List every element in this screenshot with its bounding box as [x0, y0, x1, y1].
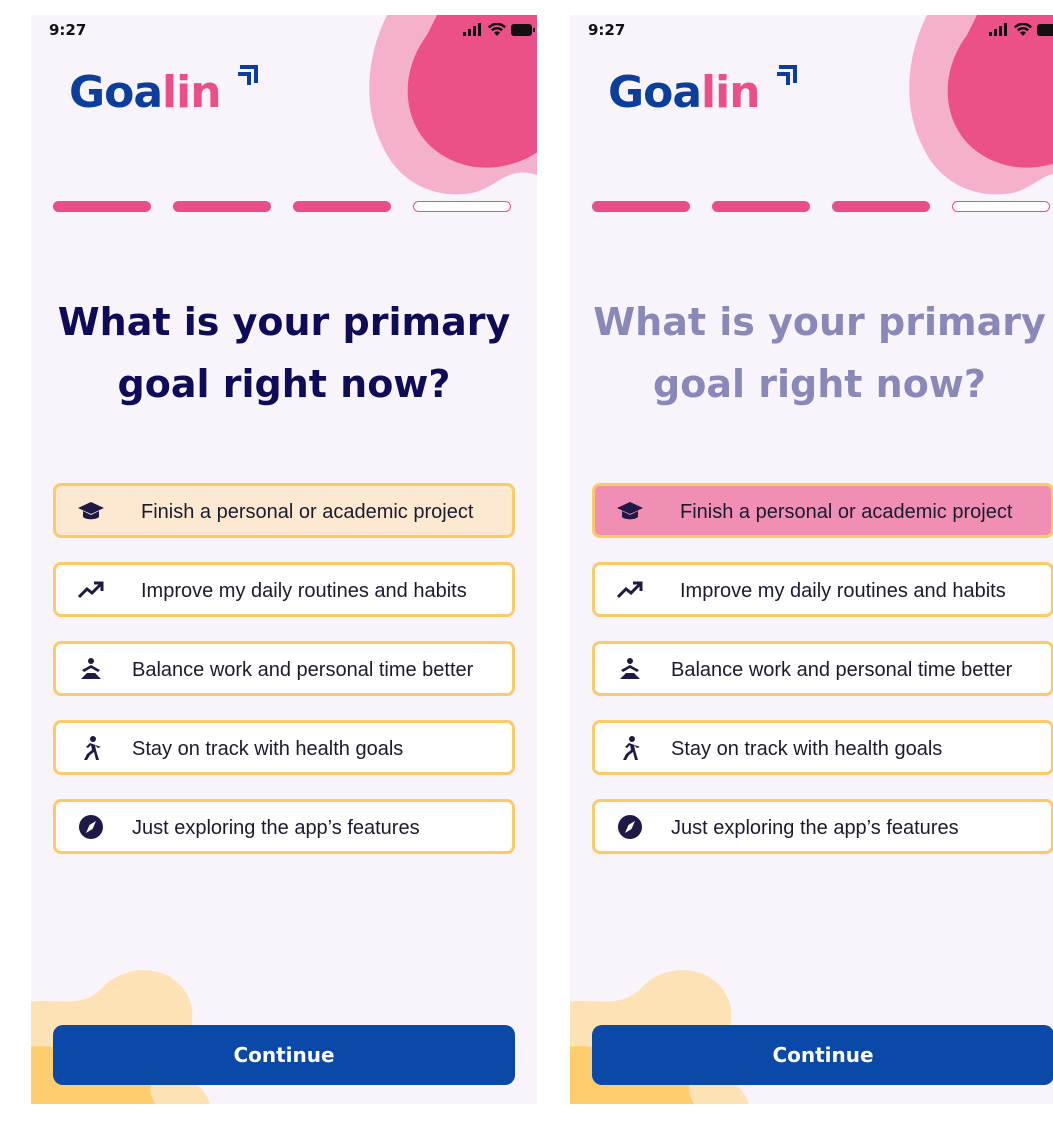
option-routines[interactable]: Improve my daily routines and habits [592, 562, 1053, 617]
compass-icon [79, 815, 103, 839]
option-exploring[interactable]: Just exploring the app’s features [53, 799, 515, 854]
option-label: Stay on track with health goals [671, 738, 943, 760]
option-routines[interactable]: Improve my daily routines and habits [53, 562, 515, 617]
progress-step-4 [952, 201, 1050, 212]
progress-indicator [592, 201, 1050, 212]
logo-text-primary: Goa [69, 67, 163, 118]
status-time: 9:27 [588, 21, 626, 39]
battery-icon [511, 23, 535, 36]
trending-up-icon [617, 581, 643, 599]
question-heading: What is your primary goal right now? [57, 300, 511, 406]
progress-step-1 [592, 201, 690, 212]
logo-text-accent: lin [701, 67, 760, 118]
wifi-icon [488, 23, 506, 36]
logo-arrow-icon [238, 65, 258, 85]
progress-step-2 [712, 201, 810, 212]
logo-text-accent: lin [162, 67, 221, 118]
screens-comparison: 9:27 Goalin What is your primary goal ri… [0, 0, 1053, 1131]
option-label: Balance work and personal time better [132, 659, 474, 681]
app-logo: Goalin [608, 67, 761, 118]
goal-options: Finish a personal or academic project Im… [592, 483, 1053, 878]
option-project[interactable]: Finish a personal or academic project [592, 483, 1053, 538]
status-time: 9:27 [49, 21, 87, 39]
option-balance[interactable]: Balance work and personal time better [592, 641, 1053, 696]
graduation-cap-icon [78, 502, 104, 520]
question-heading: What is your primary goal right now? [593, 300, 1046, 406]
battery-icon [1037, 23, 1053, 36]
phone-screen-default: 9:27 Goalin What is your primary goal ri… [31, 15, 537, 1104]
signal-icon [989, 23, 1007, 36]
option-label: Balance work and personal time better [671, 659, 1013, 681]
decorative-blob-top [909, 15, 1053, 195]
trending-up-icon [78, 581, 104, 599]
progress-step-1 [53, 201, 151, 212]
option-label: Stay on track with health goals [132, 738, 404, 760]
compass-icon [618, 815, 642, 839]
option-balance[interactable]: Balance work and personal time better [53, 641, 515, 696]
progress-step-3 [293, 201, 391, 212]
running-icon [84, 736, 101, 760]
option-label: Just exploring the app’s features [132, 817, 420, 839]
status-icons [989, 23, 1053, 36]
progress-indicator [53, 201, 511, 212]
logo-arrow-icon [777, 65, 797, 85]
progress-step-3 [832, 201, 930, 212]
progress-step-2 [173, 201, 271, 212]
option-label: Just exploring the app’s features [671, 817, 959, 839]
progress-step-4 [413, 201, 511, 212]
option-health[interactable]: Stay on track with health goals [592, 720, 1053, 775]
wifi-icon [1014, 23, 1032, 36]
logo-text-primary: Goa [608, 67, 702, 118]
option-exploring[interactable]: Just exploring the app’s features [592, 799, 1053, 854]
option-label: Improve my daily routines and habits [141, 580, 467, 602]
option-label: Improve my daily routines and habits [680, 580, 1006, 602]
option-label: Finish a personal or academic project [141, 501, 474, 523]
signal-icon [463, 23, 481, 36]
option-project[interactable]: Finish a personal or academic project [53, 483, 515, 538]
option-health[interactable]: Stay on track with health goals [53, 720, 515, 775]
graduation-cap-icon [617, 502, 643, 520]
meditation-icon [620, 658, 640, 679]
meditation-icon [81, 658, 101, 679]
continue-button[interactable]: Continue [53, 1025, 515, 1085]
continue-button[interactable]: Continue [592, 1025, 1053, 1085]
app-logo: Goalin [69, 67, 222, 118]
decorative-blob-top [369, 15, 537, 195]
running-icon [623, 736, 640, 760]
phone-screen-selected: 9:27 Goalin What is your primary goal ri… [570, 15, 1053, 1104]
goal-options: Finish a personal or academic project Im… [53, 483, 515, 878]
status-icons [463, 23, 535, 36]
option-label: Finish a personal or academic project [680, 501, 1013, 523]
